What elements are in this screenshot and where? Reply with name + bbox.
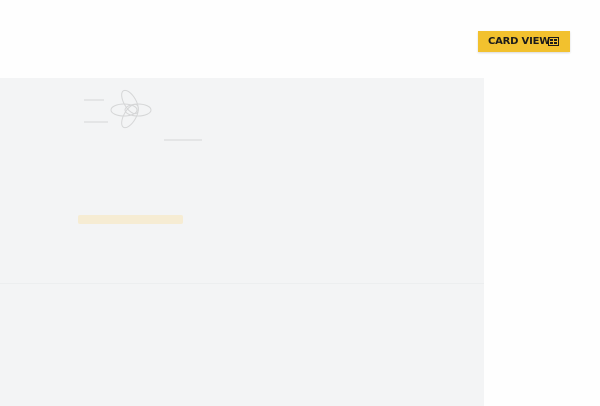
card-view-label: CARD VIEW (488, 36, 551, 47)
divider (0, 283, 484, 284)
placeholder-button (78, 215, 183, 224)
page: CARD VIEW (0, 0, 600, 406)
content-panel (0, 78, 484, 406)
flower-logo-icon (84, 89, 202, 141)
top-bar: CARD VIEW (0, 0, 600, 78)
card-grid-icon (548, 37, 559, 46)
card-view-button[interactable]: CARD VIEW (478, 31, 570, 52)
right-gutter (484, 78, 600, 406)
